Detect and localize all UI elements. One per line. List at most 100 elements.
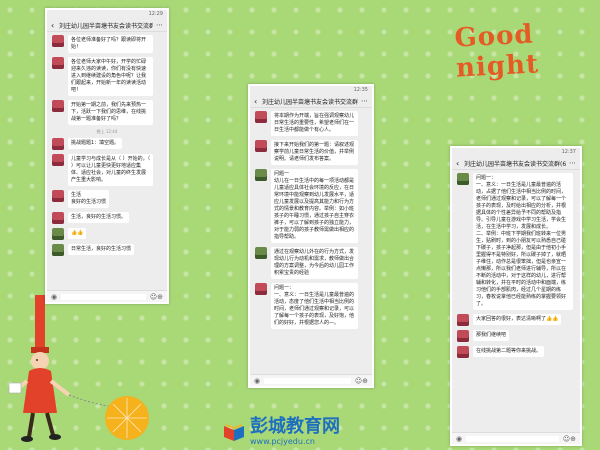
status-bar: 12:29 xyxy=(47,10,167,19)
more-options-icon[interactable]: ⋯ xyxy=(358,97,368,105)
chat-title-bar: ‹ 刘庄幼儿园半亩塘书友会读书交流群(6) ⋯ xyxy=(452,157,580,170)
message-item: 开始第一期之前，我们先来预热一下，活跃一下我们的思维，在线挑战第一题准备好了吗？ xyxy=(52,100,162,125)
message-list: 问题一： 一、意义：一日生活是儿童最普遍的活动，占据了他们生活中相当比例的时间，… xyxy=(452,170,580,365)
avatar[interactable] xyxy=(255,140,267,152)
message-input[interactable] xyxy=(61,293,146,300)
message-bubble[interactable]: 挑战题题1：填空题。 xyxy=(68,138,123,149)
message-bubble[interactable]: 问题一 幼儿在一日生活中的每一项活动都是儿童适应具体社会环境的反应，在日常环境中… xyxy=(271,169,358,243)
message-bubble[interactable]: 问题一： 一、意义：一日生活是儿童最普遍的活动，占据了他们生活中相当比例的时间，… xyxy=(473,173,574,310)
message-bubble[interactable]: 开始第一期之前，我们先来预热一下，活跃一下我们的思维，在线挑战第一题准备好了吗？ xyxy=(68,100,154,125)
avatar[interactable] xyxy=(52,212,64,224)
avatar[interactable] xyxy=(52,57,64,69)
message-item: 问题一 幼儿在一日生活中的每一项活动都是儿童适应具体社会环境的反应，在日常环境中… xyxy=(255,169,367,243)
message-item: 生活，良好的生活习惯。 xyxy=(52,212,162,224)
emoji-icon[interactable]: ☺ xyxy=(355,377,362,385)
book-logo-icon xyxy=(224,424,244,441)
avatar[interactable] xyxy=(457,330,469,342)
avatar[interactable] xyxy=(52,35,64,47)
message-bubble[interactable]: 在线挑战第二题等你来挑战。 xyxy=(473,346,545,357)
chat-title-bar: ‹ 刘庄幼儿园半亩塘书友会读书交流群(6) ⋯ xyxy=(250,95,372,108)
message-item: 儿童学习与成长是从（ ）开始的，（ ）可以让儿童更快更好地适应集体、适应社会，对… xyxy=(52,154,162,186)
avatar[interactable] xyxy=(52,154,64,166)
message-item: 将本期作为开端，旨在强调观察幼儿日常生活的重要性，希望老师们在一日生活中都能做个… xyxy=(255,111,367,136)
message-item: 各位老师准备好了吗？跟读即将开始！ xyxy=(52,35,162,53)
avatar[interactable] xyxy=(457,314,469,326)
site-url: www.pcjyedu.cn xyxy=(250,437,315,446)
message-bubble[interactable]: 各位老师大家中午好，开学的忙碌迎来久违的读读，你们有没有快速进入到继续建设的角色… xyxy=(68,57,154,96)
chat-screenshot-3: 12:37 ‹ 刘庄幼儿园半亩塘书友会读书交流群(6) ⋯ 问题一： 一、意义：… xyxy=(450,146,582,446)
emoji-icon[interactable]: ☺ xyxy=(150,293,157,301)
message-bubble[interactable]: 生活，良好的生活习惯。 xyxy=(68,212,130,223)
message-bubble[interactable]: 生活 良好的生活习惯 xyxy=(68,190,110,208)
back-arrow-icon[interactable]: ‹ xyxy=(456,159,464,168)
status-time: 12:37 xyxy=(561,149,576,155)
message-bubble[interactable]: 👍👍 xyxy=(68,228,87,239)
site-brand: 彭城教育网 xyxy=(250,416,340,437)
message-bubble[interactable]: 大家回答的很好，表达清晰啊了👍👍 xyxy=(473,314,562,325)
input-bar: ◉ ☺ ⊕ xyxy=(452,432,580,444)
avatar[interactable] xyxy=(255,169,267,181)
message-item: 挑战题题1：填空题。 xyxy=(52,138,162,150)
add-icon[interactable]: ⊕ xyxy=(570,435,576,443)
avatar[interactable] xyxy=(52,244,64,256)
message-item: 问题一： 一、意义：一日生活是儿童最普遍的活动，态度了他们生活中相当比例的时间，… xyxy=(255,283,367,329)
message-item: 接下来开始我们的第一题：请叙述观察学前儿童日常生活的价值，并举例说明。请老师们发… xyxy=(255,140,367,165)
message-bubble[interactable]: 通过在观察幼儿外在的行为方式，发现幼儿行为动机和需求，教师做出合理的方案调整，为… xyxy=(271,247,358,279)
message-bubble[interactable]: 儿童学习与成长是从（ ）开始的，（ ）可以让儿童更快更好地适应集体、适应社会，对… xyxy=(68,154,154,186)
message-item: 通过在观察幼儿外在的行为方式，发现幼儿行为动机和需求，教师做出合理的方案调整，为… xyxy=(255,247,367,279)
avatar[interactable] xyxy=(52,100,64,112)
message-item: 生活 良好的生活习惯 xyxy=(52,190,162,208)
more-options-icon[interactable]: ⋯ xyxy=(566,159,576,167)
emoji-icon[interactable]: ☺ xyxy=(563,435,570,443)
message-item: 在线挑战第二题等你来挑战。 xyxy=(457,346,575,358)
avatar[interactable] xyxy=(255,283,267,295)
chat-title: 刘庄幼儿园半亩塘书友会读书交流群(6) xyxy=(262,98,358,106)
site-logo[interactable]: 彭城教育网 www.pcjyedu.cn xyxy=(222,418,432,446)
message-item: 各位老师大家中午好，开学的忙碌迎来久违的读读，你们有没有快速进入到继续建设的角色… xyxy=(52,57,162,96)
timestamp: 晚上 12:44 xyxy=(96,129,118,134)
back-arrow-icon[interactable]: ‹ xyxy=(254,97,262,106)
input-bar: ◉ ☺ ⊕ xyxy=(47,290,167,302)
chat-title: 刘庄幼儿园半亩塘书友会读书交流群(6) xyxy=(59,22,153,30)
chat-screenshot-2: 12:35 ‹ 刘庄幼儿园半亩塘书友会读书交流群(6) ⋯ 将本期作为开端，旨在… xyxy=(248,84,374,388)
message-bubble[interactable]: 将本期作为开端，旨在强调观察幼儿日常生活的重要性，希望老师们在一日生活中都能做个… xyxy=(271,111,358,136)
add-icon[interactable]: ⊕ xyxy=(362,377,368,385)
status-time: 12:35 xyxy=(353,87,368,93)
voice-icon[interactable]: ◉ xyxy=(254,377,260,385)
status-bar: 12:37 xyxy=(452,148,580,157)
avatar[interactable] xyxy=(52,190,64,202)
avatar[interactable] xyxy=(255,111,267,123)
message-list: 各位老师准备好了吗？跟读即将开始！ 各位老师大家中午好，开学的忙碌迎来久违的读读… xyxy=(47,32,167,263)
message-item: 那我们继续吧 xyxy=(457,330,575,342)
avatar[interactable] xyxy=(457,173,469,185)
avatar[interactable] xyxy=(457,346,469,358)
avatar[interactable] xyxy=(52,138,64,150)
chat-title: 刘庄幼儿园半亩塘书友会读书交流群(6) xyxy=(464,160,566,168)
message-bubble[interactable]: 各位老师准备好了吗？跟读即将开始！ xyxy=(68,35,154,53)
more-options-icon[interactable]: ⋯ xyxy=(153,21,163,29)
status-time: 12:29 xyxy=(148,11,163,17)
message-input[interactable] xyxy=(264,377,351,384)
message-bubble[interactable]: 问题一： 一、意义：一日生活是儿童最普遍的活动，态度了他们生活中相当比例的时间，… xyxy=(271,283,358,329)
chat-screenshot-1: 12:29 ‹ 刘庄幼儿园半亩塘书友会读书交流群(6) ⋯ 各位老师准备好了吗？… xyxy=(45,8,169,304)
voice-icon[interactable]: ◉ xyxy=(51,293,57,301)
back-arrow-icon[interactable]: ‹ xyxy=(51,21,59,30)
message-item: 大家回答的很好，表达清晰啊了👍👍 xyxy=(457,314,575,326)
message-bubble[interactable]: 接下来开始我们的第一题：请叙述观察学前儿童日常生活的价值，并举例说明。请老师们发… xyxy=(271,140,358,165)
avatar[interactable] xyxy=(52,228,64,240)
avatar[interactable] xyxy=(255,247,267,259)
message-item: 👍👍 xyxy=(52,228,162,240)
message-bubble[interactable]: 那我们继续吧 xyxy=(473,330,510,341)
add-icon[interactable]: ⊕ xyxy=(157,293,163,301)
status-bar: 12:35 xyxy=(250,86,372,95)
good-night-title: Good night xyxy=(453,19,540,84)
sun-ball-illustration xyxy=(105,396,149,440)
message-item: 日常生活，良好的生活习惯 xyxy=(52,244,162,256)
message-input[interactable] xyxy=(466,435,559,442)
input-bar: ◉ ☺ ⊕ xyxy=(250,374,372,386)
message-list: 将本期作为开端，旨在强调观察幼儿日常生活的重要性，希望老师们在一日生活中都能做个… xyxy=(250,108,372,336)
message-bubble[interactable]: 日常生活，良好的生活习惯 xyxy=(68,244,135,255)
chat-title-bar: ‹ 刘庄幼儿园半亩塘书友会读书交流群(6) ⋯ xyxy=(47,19,167,32)
voice-icon[interactable]: ◉ xyxy=(456,435,462,443)
message-item: 问题一： 一、意义：一日生活是儿童最普遍的活动，占据了他们生活中相当比例的时间，… xyxy=(457,173,575,310)
